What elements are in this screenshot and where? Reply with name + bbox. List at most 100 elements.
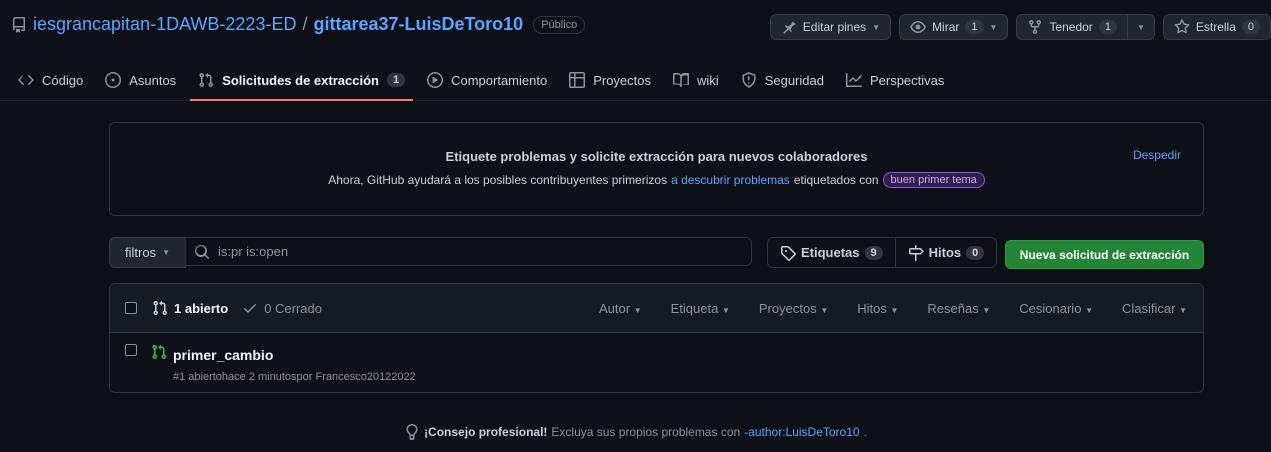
- tab-actions-label: Comportamiento: [451, 72, 548, 88]
- select-all-checkbox[interactable]: [125, 302, 137, 314]
- exclude-author-link[interactable]: -author:LuisDeToro10: [744, 425, 859, 439]
- star-icon: [1174, 19, 1190, 35]
- tab-actions[interactable]: Comportamiento: [419, 60, 555, 100]
- sort-filter[interactable]: Clasificar ▼: [1122, 301, 1187, 316]
- discover-issues-link[interactable]: a descubrir problemas: [671, 173, 790, 187]
- dismiss-link[interactable]: Despedir: [1133, 148, 1181, 162]
- pro-tip-text: Excluya sus propios problemas con: [551, 425, 741, 439]
- fork-icon: [1027, 19, 1043, 35]
- author-filter[interactable]: Autor ▼: [599, 301, 642, 316]
- visibility-badge: Público: [533, 15, 586, 34]
- state-toggle: 1 abierto 0 Cerrado: [152, 300, 322, 316]
- banner-text-before: Ahora, GitHub ayudará a los posibles con…: [328, 173, 668, 187]
- assignee-filter[interactable]: Cesionario ▼: [1019, 301, 1093, 316]
- shield-icon: [741, 72, 757, 88]
- chevron-down-icon: ▼: [820, 306, 829, 315]
- chevron-down-icon: ▼: [872, 22, 881, 32]
- edit-pins-button[interactable]: Editar pines ▼: [769, 14, 892, 40]
- reviews-filter-label: Reseñas: [927, 301, 979, 316]
- pro-tip-end: .: [863, 425, 867, 439]
- star-button[interactable]: Estrella 0: [1162, 14, 1271, 40]
- graph-icon: [845, 72, 862, 88]
- search-box: [185, 237, 752, 266]
- pull-request-icon: [198, 72, 214, 88]
- open-count-label: 1 abierto: [174, 300, 229, 316]
- new-pull-request-button[interactable]: Nueva solicitud de extracción: [1005, 240, 1204, 269]
- repo-icon: [11, 16, 27, 33]
- check-icon: [242, 300, 258, 316]
- filters-label: filtros: [125, 245, 157, 260]
- chevron-down-icon: ▼: [721, 306, 730, 315]
- closed-count-label: 0 Cerrado: [264, 300, 322, 316]
- milestones-label: Hitos: [928, 245, 962, 260]
- good-first-issue-label[interactable]: buen primer tema: [882, 172, 985, 188]
- closed-state-link[interactable]: 0 Cerrado: [242, 300, 322, 316]
- pull-request-title-link[interactable]: primer_cambio: [173, 347, 273, 363]
- fork-label: Tenedor: [1049, 20, 1093, 34]
- labels-button[interactable]: Etiquetas 9: [768, 238, 895, 267]
- chevron-down-icon: ▼: [1136, 22, 1145, 32]
- sort-menus: Autor ▼ Etiqueta ▼ Proyectos ▼ Hitos ▼ R…: [599, 301, 1187, 316]
- repo-nav: Código Asuntos Solicitudes de extracción…: [0, 60, 1271, 101]
- list-item: primer_cambio #1 abiertohace 2 minutospo…: [110, 333, 1203, 392]
- row-checkbox[interactable]: [125, 344, 137, 356]
- reviews-filter[interactable]: Reseñas ▼: [927, 301, 990, 316]
- book-icon: [673, 72, 690, 88]
- tag-icon: [780, 245, 796, 261]
- watch-button[interactable]: Mirar 1 ▼: [899, 14, 1009, 40]
- pull-request-list: 1 abierto 0 Cerrado Autor ▼ Etiqueta ▼ P…: [109, 283, 1204, 393]
- pull-request-icon: [152, 300, 168, 316]
- tab-projects[interactable]: Proyectos: [561, 60, 659, 100]
- first-contributor-banner: Etiquete problemas y solicite extracción…: [109, 122, 1204, 216]
- fork-menu-button[interactable]: ▼: [1127, 14, 1155, 40]
- labels-count: 9: [864, 245, 883, 260]
- fork-button[interactable]: Tenedor 1: [1016, 14, 1128, 40]
- issue-icon: [105, 72, 122, 88]
- projects-filter[interactable]: Proyectos ▼: [759, 301, 828, 316]
- sort-filter-label: Clasificar: [1121, 301, 1176, 316]
- open-state-link[interactable]: 1 abierto: [152, 300, 228, 316]
- tab-security[interactable]: Seguridad: [733, 60, 832, 100]
- fork-count: 1: [1098, 20, 1117, 34]
- tab-issues[interactable]: Asuntos: [97, 60, 184, 100]
- tab-code-label: Código: [42, 72, 84, 88]
- light-bulb-icon: [404, 424, 420, 440]
- watch-count: 1: [965, 20, 984, 34]
- tab-insights-label: Perspectivas: [869, 72, 945, 88]
- pro-tip-heading: ¡Consejo profesional!: [424, 425, 548, 439]
- author-filter-label: Autor: [599, 301, 631, 316]
- eye-icon: [910, 19, 926, 35]
- tab-code[interactable]: Código: [10, 60, 91, 100]
- label-filter-label: Etiqueta: [670, 301, 719, 316]
- search-input[interactable]: [218, 244, 718, 259]
- milestone-icon: [908, 244, 924, 261]
- watch-label: Mirar: [932, 20, 960, 34]
- banner-text-after: etiquetados con: [793, 173, 879, 187]
- tab-pull-requests-label: Solicitudes de extracción: [222, 72, 379, 88]
- tab-wiki-label: wiki: [697, 72, 719, 88]
- label-filter[interactable]: Etiqueta ▼: [671, 301, 730, 316]
- tab-pull-requests[interactable]: Solicitudes de extracción 1: [190, 60, 413, 101]
- repo-header: iesgrancapitan-1DAWB-2223-ED / gittarea3…: [0, 0, 1271, 52]
- filters-button[interactable]: filtros ▼: [109, 237, 186, 268]
- list-header: 1 abierto 0 Cerrado Autor ▼ Etiqueta ▼ P…: [110, 284, 1203, 333]
- tab-insights[interactable]: Perspectivas: [838, 60, 952, 100]
- milestones-filter[interactable]: Hitos ▼: [857, 301, 898, 316]
- banner-title: Etiquete problemas y solicite extracción…: [445, 149, 868, 164]
- repo-name-link[interactable]: gittarea37-LuisDeToro10: [313, 14, 523, 35]
- tab-projects-label: Proyectos: [593, 72, 652, 88]
- play-icon: [427, 72, 444, 88]
- labels-milestones-group: Etiquetas 9 Hitos 0: [767, 237, 998, 268]
- repo-title: iesgrancapitan-1DAWB-2223-ED / gittarea3…: [11, 14, 586, 35]
- tab-security-label: Seguridad: [764, 72, 824, 88]
- tab-wiki[interactable]: wiki: [665, 60, 727, 100]
- milestones-count: 0: [966, 245, 985, 260]
- star-label: Estrella: [1195, 20, 1236, 34]
- code-icon: [18, 72, 34, 88]
- milestones-button[interactable]: Hitos 0: [894, 238, 997, 267]
- repo-actions: Editar pines ▼ Mirar 1 ▼ Tenedor 1 ▼ Est…: [769, 14, 1271, 40]
- repo-separator: /: [302, 14, 308, 34]
- table-icon: [569, 72, 586, 88]
- tab-issues-label: Asuntos: [129, 72, 177, 88]
- repo-owner-link[interactable]: iesgrancapitan-1DAWB-2223-ED: [33, 14, 296, 35]
